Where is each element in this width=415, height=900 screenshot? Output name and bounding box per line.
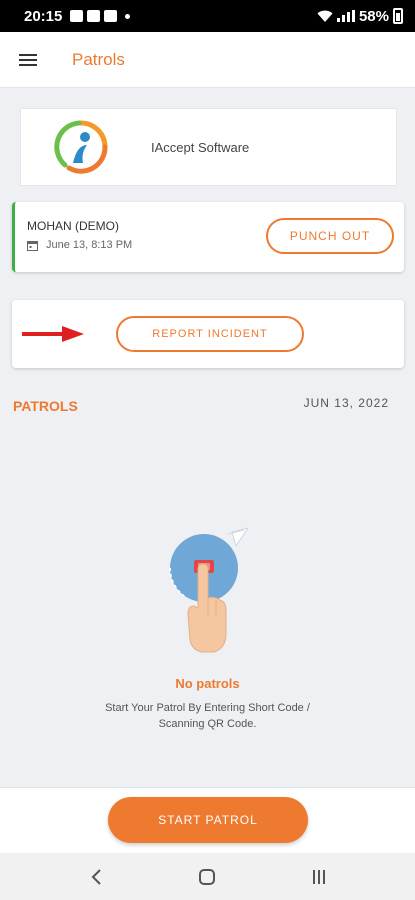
home-button[interactable] — [183, 857, 231, 897]
battery-icon — [393, 8, 403, 24]
wifi-icon — [317, 10, 333, 22]
recents-button[interactable] — [295, 857, 343, 897]
hamburger-menu-icon — [19, 53, 37, 66]
user-name: MOHAN (DEMO) — [27, 219, 119, 233]
start-patrol-button[interactable]: START PATROL — [108, 797, 308, 843]
notification-icons — [70, 10, 131, 22]
right-arrow-icon — [22, 326, 84, 342]
recents-icon — [313, 869, 326, 884]
app-bar: Patrols — [0, 32, 415, 88]
status-time: 20:15 — [24, 7, 63, 25]
menu-button[interactable] — [0, 32, 56, 88]
signal-icon — [336, 10, 355, 22]
empty-state-title: No patrols — [175, 676, 240, 691]
app-icon — [104, 10, 118, 22]
incident-card: REPORT INCIDENT — [12, 300, 404, 368]
status-bar: 20:15 58% — [0, 0, 415, 32]
tap-finger-illustration — [168, 527, 250, 653]
calendar-icon — [27, 240, 38, 251]
home-icon — [199, 868, 216, 885]
report-incident-button[interactable]: REPORT INCIDENT — [116, 316, 304, 352]
punch-out-button[interactable]: PUNCH OUT — [266, 218, 394, 254]
user-card: MOHAN (DEMO) June 13, 8:13 PM PUNCH OUT — [12, 202, 404, 272]
patrols-heading: PATROLS — [13, 398, 78, 414]
system-nav-bar — [0, 853, 415, 900]
battery-percent: 58% — [358, 7, 389, 25]
more-notifications-icon — [125, 13, 131, 19]
notification-icon — [70, 10, 84, 22]
gallery-icon — [87, 10, 101, 22]
company-logo — [54, 120, 108, 174]
company-card: IAccept Software — [20, 108, 397, 186]
empty-state-description: Start Your Patrol By Entering Short Code… — [105, 702, 310, 730]
back-button[interactable] — [72, 857, 120, 897]
company-name: IAccept Software — [151, 139, 250, 155]
page-title: Patrols — [72, 49, 125, 69]
patrols-date: JUN 13, 2022 — [303, 396, 389, 410]
punch-time-row: June 13, 8:13 PM — [27, 239, 132, 251]
back-icon — [91, 868, 101, 885]
punch-time: June 13, 8:13 PM — [46, 239, 133, 251]
system-indicators: 58% — [317, 8, 403, 25]
